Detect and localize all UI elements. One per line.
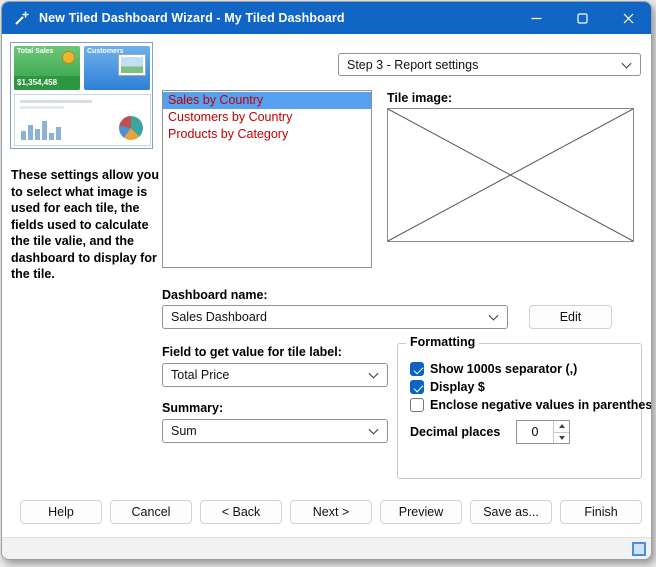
formatting-group-title: Formatting: [406, 335, 479, 349]
checkbox-box: [410, 380, 424, 394]
checkbox-display-dollar[interactable]: Display $: [410, 380, 485, 394]
customers-photo-icon: [119, 55, 145, 75]
close-icon: [623, 13, 634, 24]
stepper-down-button[interactable]: [554, 432, 569, 444]
dialog-bottom-strip: [2, 537, 651, 560]
dashboard-name-label: Dashboard name:: [162, 288, 268, 302]
resize-grip[interactable]: [632, 542, 646, 556]
field-select[interactable]: Total Price: [162, 363, 388, 387]
cancel-button[interactable]: Cancel: [110, 500, 192, 524]
checkbox-box: [410, 362, 424, 376]
stepper-buttons: [553, 421, 569, 443]
tile-image-placeholder: [387, 108, 634, 242]
tile-image-label: Tile image:: [387, 91, 452, 105]
list-item-customers-by-country[interactable]: Customers by Country: [163, 109, 371, 126]
edit-button[interactable]: Edit: [529, 305, 612, 329]
back-button[interactable]: < Back: [200, 500, 282, 524]
report-listbox[interactable]: Sales by Country Customers by Country Pr…: [162, 90, 372, 268]
preview-tile-value: $1,354,458: [14, 76, 80, 90]
field-select-value: Total Price: [171, 368, 229, 382]
preview-chart-title-placeholder: [20, 100, 92, 103]
decimal-places-stepper[interactable]: 0: [516, 420, 570, 444]
maximize-button[interactable]: [559, 2, 605, 34]
preview-tile-customers: Customers: [84, 46, 150, 90]
checkbox-box: [410, 398, 424, 412]
money-bag-icon: [62, 51, 75, 64]
chevron-down-icon: [369, 425, 379, 435]
preview-button[interactable]: Preview: [380, 500, 462, 524]
minimize-button[interactable]: [513, 2, 559, 34]
save-as-button[interactable]: Save as...: [470, 500, 552, 524]
next-button[interactable]: Next >: [290, 500, 372, 524]
summary-label: Summary:: [162, 401, 223, 415]
step-select[interactable]: Step 3 - Report settings: [338, 53, 641, 76]
checkbox-enclose-negative[interactable]: Enclose negative values in parentheses: [410, 398, 652, 412]
checkbox-show-1000s-separator[interactable]: Show 1000s separator (,): [410, 362, 577, 376]
maximize-icon: [577, 13, 588, 24]
dashboard-name-select[interactable]: Sales Dashboard: [162, 305, 508, 329]
dialog-content: Total Sales $1,354,458 Customers These s…: [2, 34, 651, 537]
wizard-icon: [14, 10, 30, 26]
dashboard-preview-thumbnail: Total Sales $1,354,458 Customers: [10, 42, 153, 149]
decimal-places-value[interactable]: 0: [517, 421, 553, 443]
decimal-places-label: Decimal places: [410, 425, 500, 439]
placeholder-x-icon: [388, 109, 633, 241]
field-label: Field to get value for tile label:: [162, 345, 342, 359]
preview-tile-label: Customers: [87, 48, 124, 55]
list-item-products-by-category[interactable]: Products by Category: [163, 126, 371, 143]
step-select-value: Step 3 - Report settings: [347, 58, 478, 72]
preview-tile-label: Total Sales: [17, 48, 53, 55]
window-title: New Tiled Dashboard Wizard - My Tiled Da…: [39, 11, 345, 25]
preview-tile-total-sales: Total Sales $1,354,458: [14, 46, 80, 90]
settings-description: These settings allow you to select what …: [11, 167, 162, 283]
arrow-up-icon: [559, 424, 565, 428]
chevron-down-icon: [369, 369, 379, 379]
checkbox-label: Enclose negative values in parentheses: [430, 398, 652, 412]
minimize-icon: [531, 13, 542, 24]
checkbox-label: Show 1000s separator (,): [430, 362, 577, 376]
finish-button[interactable]: Finish: [560, 500, 642, 524]
mini-bar-chart: [21, 121, 61, 140]
stepper-up-button[interactable]: [554, 421, 569, 432]
arrow-down-icon: [559, 436, 565, 440]
preview-chart-panel: [14, 94, 151, 146]
titlebar[interactable]: New Tiled Dashboard Wizard - My Tiled Da…: [2, 2, 651, 34]
preview-chart-subtitle-placeholder: [20, 106, 64, 109]
checkbox-label: Display $: [430, 380, 485, 394]
formatting-group: Formatting Show 1000s separator (,) Disp…: [397, 343, 642, 479]
dashboard-name-value: Sales Dashboard: [171, 310, 267, 324]
chevron-down-icon: [622, 58, 632, 68]
summary-select[interactable]: Sum: [162, 419, 388, 443]
wizard-dialog: New Tiled Dashboard Wizard - My Tiled Da…: [1, 1, 652, 560]
close-button[interactable]: [605, 2, 651, 34]
list-item-sales-by-country[interactable]: Sales by Country: [163, 92, 371, 109]
mini-pie-chart: [119, 116, 143, 140]
help-button[interactable]: Help: [20, 500, 102, 524]
chevron-down-icon: [489, 311, 499, 321]
summary-select-value: Sum: [171, 424, 197, 438]
